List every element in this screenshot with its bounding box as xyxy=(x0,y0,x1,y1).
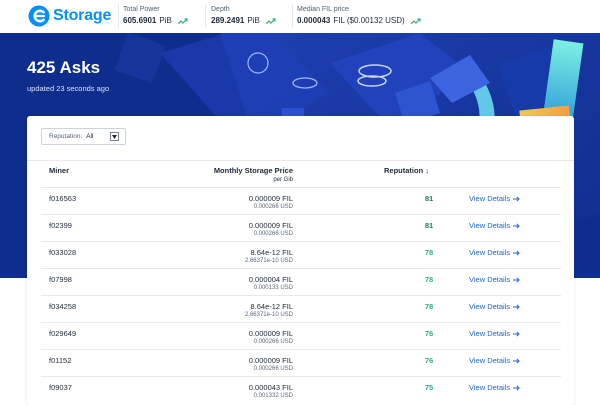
reputation-score: 76 xyxy=(424,329,434,338)
miner-id[interactable]: f02399 xyxy=(49,221,72,230)
view-details-label: View Details xyxy=(469,275,511,284)
chevron-down-icon xyxy=(112,134,117,139)
divider xyxy=(205,4,206,28)
stat-value: 289.2491 xyxy=(211,16,245,25)
stat-unit: PiB xyxy=(159,16,172,25)
column-header-price-unit: per Gib xyxy=(273,177,293,183)
arrow-right-icon xyxy=(513,249,520,256)
logo-text: Storage xyxy=(53,7,112,24)
view-details-link[interactable]: View Details xyxy=(469,302,520,311)
reputation-filter-select[interactable]: Reputation: All xyxy=(41,128,126,145)
price-usd: 0.000266 USD xyxy=(253,204,293,210)
miner-id[interactable]: f07998 xyxy=(49,275,72,284)
arrow-right-icon xyxy=(513,276,520,283)
arrow-right-icon xyxy=(513,195,520,202)
view-details-label: View Details xyxy=(469,356,511,365)
column-header-reputation[interactable]: Reputation ↓ xyxy=(384,166,429,175)
view-details-label: View Details xyxy=(469,221,511,230)
price-usd: 2.66371e-10 USD xyxy=(244,258,293,264)
arrow-right-icon xyxy=(513,357,520,364)
price-usd: 0.000266 USD xyxy=(253,231,293,237)
miner-id[interactable]: f034258 xyxy=(49,302,76,311)
view-details-label: View Details xyxy=(469,302,511,311)
view-details-link[interactable]: View Details xyxy=(469,275,520,284)
column-header-miner[interactable]: Miner xyxy=(49,166,69,175)
miner-id[interactable]: f029649 xyxy=(49,329,76,338)
view-details-label: View Details xyxy=(469,383,511,392)
view-details-link[interactable]: View Details xyxy=(469,248,520,257)
price-usd: 2.66371e-10 USD xyxy=(244,312,293,318)
miner-id[interactable]: f033028 xyxy=(49,248,76,257)
table-row: f02399 0.000009 FIL 0.000266 USD 81 View Det… xyxy=(41,214,561,241)
stat-label: Median FIL price xyxy=(297,6,349,13)
divider xyxy=(118,4,119,28)
reputation-score: 81 xyxy=(424,221,434,230)
price-usd: 0.000133 USD xyxy=(253,285,293,291)
table-row: f029649 0.000009 FIL 0.000266 USD 76 View De… xyxy=(41,322,561,349)
reputation-score: 78 xyxy=(424,275,434,284)
price-fil: 8.64e-12 FIL xyxy=(250,302,293,311)
arrow-right-icon xyxy=(513,222,520,229)
view-details-link[interactable]: View Details xyxy=(469,356,520,365)
miner-id[interactable]: f01152 xyxy=(49,356,71,365)
price-fil: 0.000009 FIL xyxy=(248,329,293,338)
dropdown-toggle[interactable] xyxy=(110,132,119,141)
table-row: f09037 0.000043 FIL 0.001332 USD 75 View Det… xyxy=(41,376,561,403)
arrow-right-icon xyxy=(513,303,520,310)
filter-label: Reputation: xyxy=(49,133,83,140)
table-row: f033028 8.64e-12 FIL 2.66371e-10 USD 78 View… xyxy=(41,241,561,268)
miner-id[interactable]: f09037 xyxy=(49,383,72,392)
top-stats-bar: Storage Total Power 605.6901 PiB Depth 28… xyxy=(0,0,600,33)
logo[interactable]: Storage xyxy=(28,5,111,27)
stat-value: 0.000043 xyxy=(297,16,331,25)
filter-value: All xyxy=(86,133,94,140)
stat-median-price: Median FIL price 0.000043 FIL ($0.00132 U… xyxy=(297,5,421,26)
stat-value: 605.6901 xyxy=(123,16,157,25)
price-usd: 0.000266 USD xyxy=(253,366,293,372)
view-details-label: View Details xyxy=(469,194,511,203)
reputation-score: 81 xyxy=(424,194,434,203)
reputation-score: 76 xyxy=(424,356,434,365)
asks-table-card: Reputation: All Miner Monthly Storage Pr… xyxy=(27,116,574,405)
stat-unit: PiB xyxy=(247,16,260,25)
stat-total-power: Total Power 605.6901 PiB xyxy=(123,5,188,26)
view-details-link[interactable]: View Details xyxy=(469,194,520,203)
table-row: f034258 8.64e-12 FIL 2.66371e-10 USD 78 View… xyxy=(41,295,561,322)
table-row: f01152 0.000009 FIL 0.000266 USD 76 View Det… xyxy=(41,349,561,376)
divider xyxy=(292,4,293,28)
stat-depth: Depth 289.2491 PiB xyxy=(211,5,276,26)
view-details-link[interactable]: View Details xyxy=(469,383,520,392)
view-details-label: View Details xyxy=(469,329,511,338)
arrow-right-icon xyxy=(513,330,520,337)
reputation-score: 75 xyxy=(424,383,434,392)
view-details-link[interactable]: View Details xyxy=(469,329,520,338)
price-fil: 8.64e-12 FIL xyxy=(250,248,293,257)
column-header-price[interactable]: Monthly Storage Price xyxy=(213,166,293,175)
price-fil: 0.000004 FIL xyxy=(248,275,293,284)
stat-unit: FIL ($0.00132 USD) xyxy=(333,16,405,25)
page-title: 425 Asks xyxy=(27,58,101,77)
price-usd: 0.000266 USD xyxy=(253,339,293,345)
view-details-link[interactable]: View Details xyxy=(469,221,520,230)
arrow-right-icon xyxy=(513,384,520,391)
logo-icon xyxy=(28,5,50,27)
reputation-score: 78 xyxy=(424,302,434,311)
updated-timestamp: updated 23 seconds ago xyxy=(27,84,110,93)
miner-id[interactable]: f016563 xyxy=(49,194,76,203)
reputation-score: 78 xyxy=(424,248,434,257)
trend-up-icon xyxy=(265,17,276,24)
table-row: f07998 0.000004 FIL 0.000133 USD 78 View Det… xyxy=(41,268,561,295)
stat-label: Total Power xyxy=(123,6,160,13)
trend-up-icon xyxy=(177,17,188,24)
trend-up-icon xyxy=(410,17,421,24)
price-fil: 0.000009 FIL xyxy=(248,194,293,203)
stat-label: Depth xyxy=(211,6,230,13)
price-fil: 0.000009 FIL xyxy=(248,221,293,230)
table-row: f016563 0.000009 FIL 0.000266 USD 81 View De… xyxy=(41,187,561,214)
price-fil: 0.000009 FIL xyxy=(248,356,293,365)
divider xyxy=(27,160,574,161)
price-usd: 0.001332 USD xyxy=(253,393,293,399)
price-fil: 0.000043 FIL xyxy=(248,383,293,392)
view-details-label: View Details xyxy=(469,248,511,257)
